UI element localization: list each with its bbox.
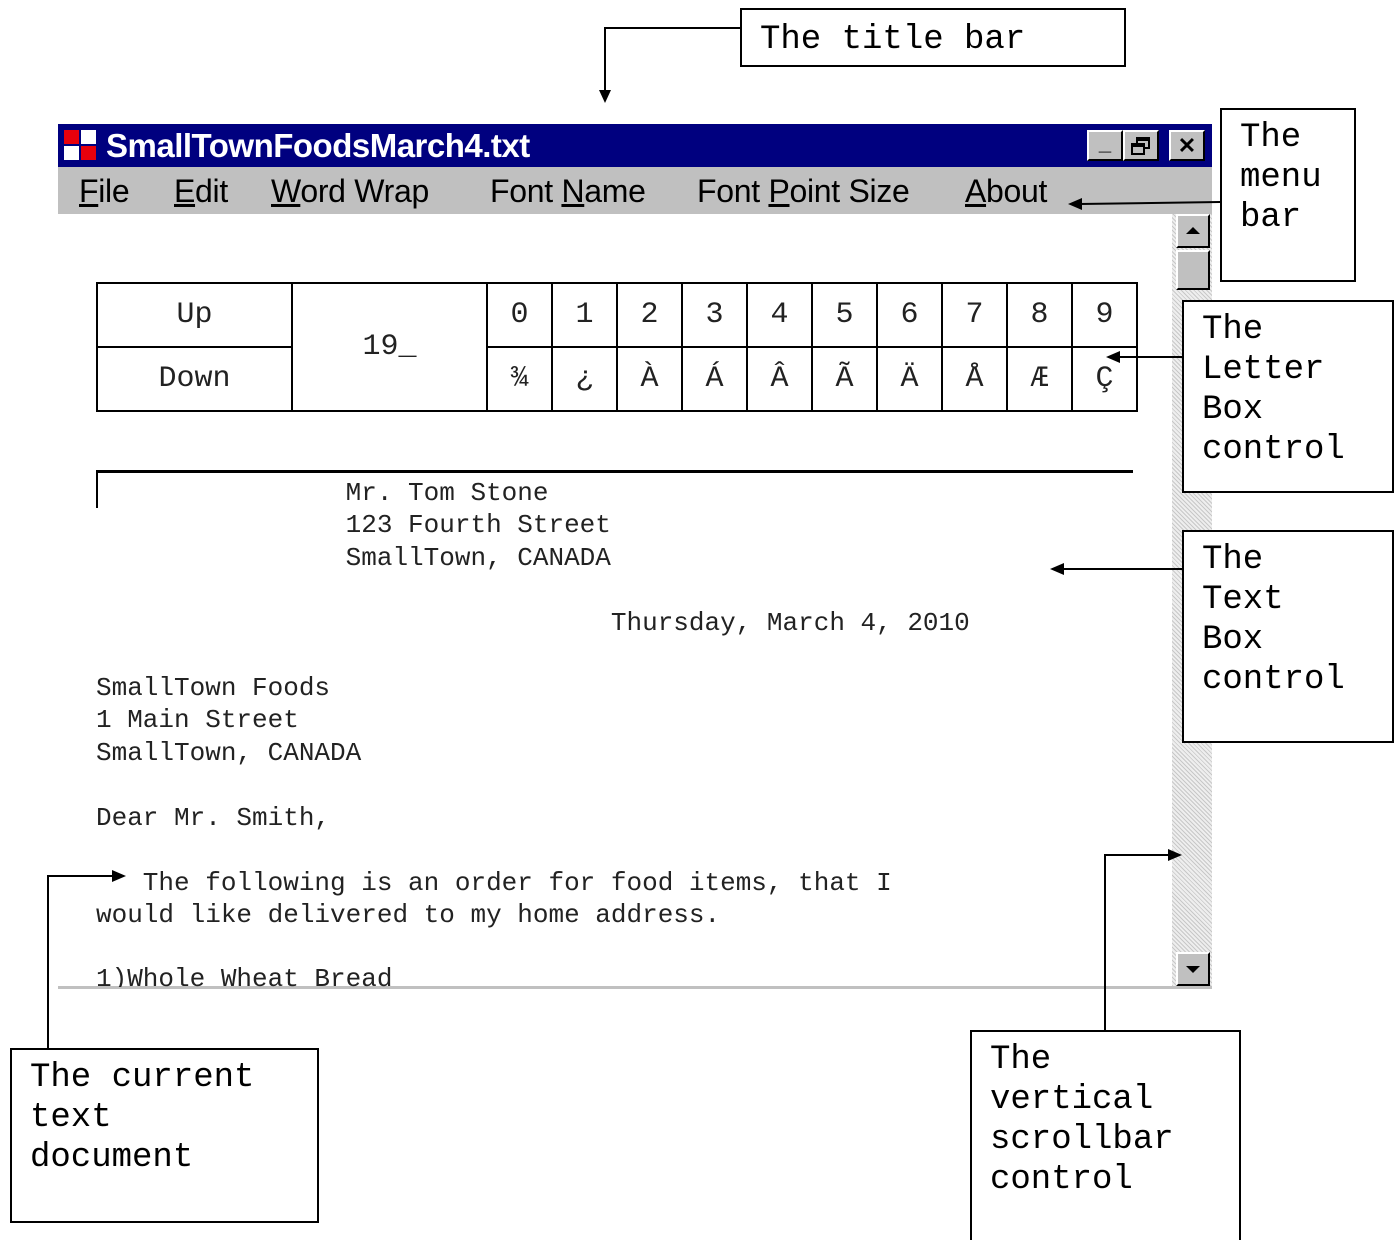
arrow-current-document <box>47 870 126 1048</box>
arrow-letter-box <box>1106 351 1182 363</box>
callout-scrollbar: The vertical scrollbar control <box>970 1030 1241 1240</box>
arrow-title-bar <box>599 27 740 103</box>
callout-text-box: The Text Box control <box>1182 530 1394 743</box>
arrow-text-box <box>1050 563 1182 575</box>
arrow-scrollbar <box>1104 849 1182 1030</box>
arrow-menu-bar <box>1068 198 1221 210</box>
callout-letter-box: The Letter Box control <box>1182 300 1394 493</box>
callout-title-bar: The title bar <box>740 8 1126 67</box>
callout-menu-bar: The menu bar <box>1220 108 1356 282</box>
callout-current-document: The current text document <box>10 1048 319 1223</box>
